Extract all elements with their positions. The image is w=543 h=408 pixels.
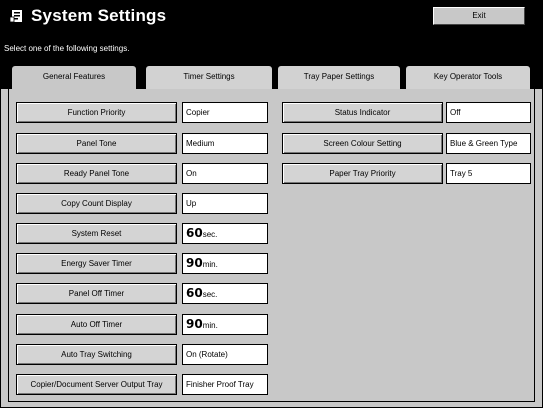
- auto-tray-switching-button[interactable]: Auto Tray Switching: [16, 344, 177, 365]
- screen-colour-setting-button[interactable]: Screen Colour Setting: [282, 133, 443, 154]
- panel-tone-value: Medium: [182, 133, 268, 154]
- function-priority-button[interactable]: Function Priority: [16, 102, 177, 123]
- system-reset-number: 60: [186, 226, 203, 240]
- screen-colour-setting-value: Blue & Green Type: [446, 133, 531, 154]
- status-indicator-button[interactable]: Status Indicator: [282, 102, 443, 123]
- system-reset-button[interactable]: System Reset: [16, 223, 177, 244]
- copy-count-display-value: Up: [182, 193, 268, 214]
- auto-off-timer-button[interactable]: Auto Off Timer: [16, 314, 177, 335]
- system-reset-unit: sec.: [202, 230, 218, 239]
- energy-saver-timer-value: 90min.: [182, 253, 268, 274]
- system-reset-value: 60sec.: [182, 223, 268, 244]
- settings-icon: [9, 10, 22, 23]
- title-bar: System Settings Exit: [1, 1, 542, 31]
- panel-off-timer-button[interactable]: Panel Off Timer: [16, 283, 177, 304]
- system-settings-screen: System Settings Exit Select one of the f…: [0, 0, 543, 408]
- tab-tray-paper-settings[interactable]: Tray Paper Settings: [277, 65, 401, 89]
- output-tray-button[interactable]: Copier/Document Server Output Tray: [16, 374, 177, 395]
- energy-saver-timer-button[interactable]: Energy Saver Timer: [16, 253, 177, 274]
- auto-off-timer-value: 90min.: [182, 314, 268, 335]
- instruction-bar: Select one of the following settings.: [1, 31, 542, 61]
- panel-off-timer-number: 60: [186, 286, 203, 300]
- panel-off-timer-value: 60sec.: [182, 283, 268, 304]
- exit-button[interactable]: Exit: [433, 7, 525, 25]
- panel-off-timer-unit: sec.: [202, 290, 218, 299]
- paper-tray-priority-value: Tray 5: [446, 163, 531, 184]
- ready-panel-tone-value: On: [182, 163, 268, 184]
- page-title: System Settings: [31, 6, 167, 25]
- ready-panel-tone-button[interactable]: Ready Panel Tone: [16, 163, 177, 184]
- output-tray-value: Finisher Proof Tray: [182, 374, 268, 395]
- tab-key-operator-tools[interactable]: Key Operator Tools: [405, 65, 531, 89]
- copy-count-display-button[interactable]: Copy Count Display: [16, 193, 177, 214]
- instruction-text: Select one of the following settings.: [4, 44, 130, 53]
- auto-off-timer-number: 90: [186, 317, 203, 331]
- energy-saver-timer-unit: min.: [202, 260, 218, 269]
- tab-bar: General Features Timer Settings Tray Pap…: [1, 61, 542, 92]
- paper-tray-priority-button[interactable]: Paper Tray Priority: [282, 163, 443, 184]
- tab-general-features[interactable]: General Features: [11, 65, 137, 92]
- auto-tray-switching-value: On (Rotate): [182, 344, 268, 365]
- panel-tone-button[interactable]: Panel Tone: [16, 133, 177, 154]
- function-priority-value: Copier: [182, 102, 268, 123]
- tab-timer-settings[interactable]: Timer Settings: [145, 65, 273, 89]
- energy-saver-timer-number: 90: [186, 256, 203, 270]
- auto-off-timer-unit: min.: [202, 321, 218, 330]
- status-indicator-value: Off: [446, 102, 531, 123]
